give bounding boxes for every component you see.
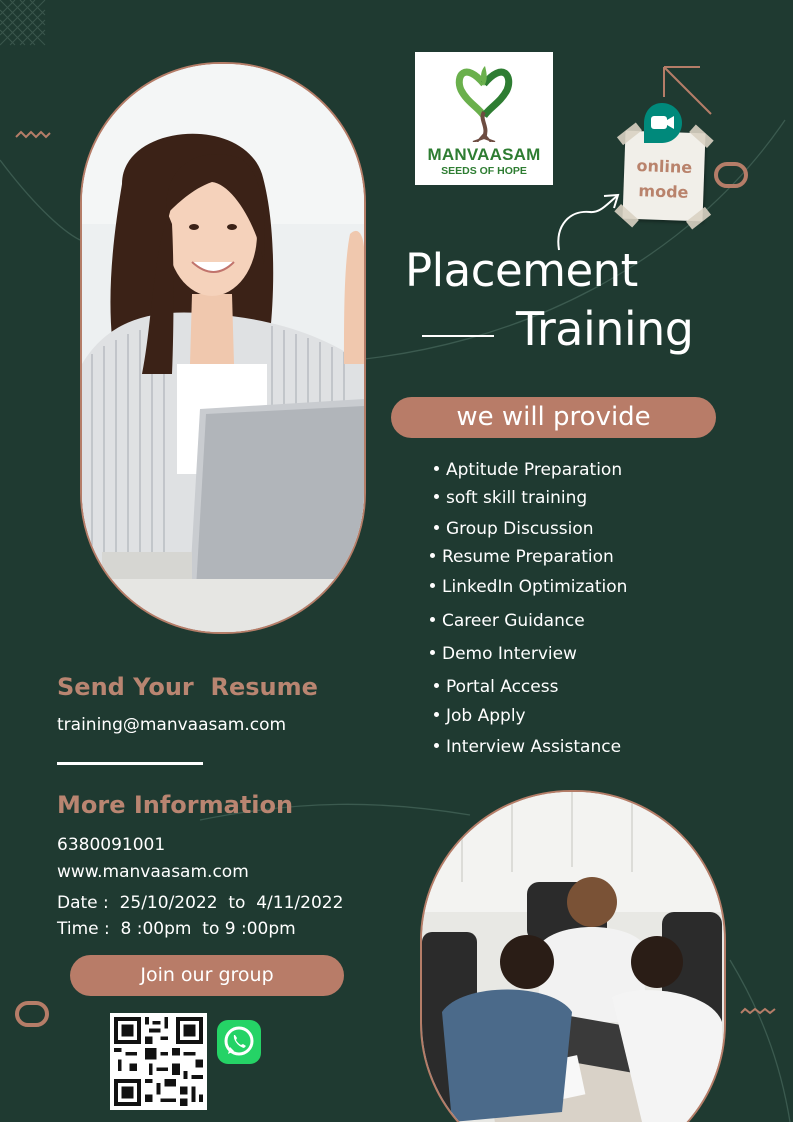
- time-range: Time : 8 :00pm to 9 :00pm: [57, 919, 296, 939]
- service-label: soft skill training: [446, 488, 588, 508]
- bullet-icon: [434, 711, 439, 717]
- bullet-icon: [430, 649, 435, 655]
- logo: MANVAASAM SEEDS OF HOPE: [415, 52, 553, 185]
- provide-label: we will provide: [456, 402, 651, 432]
- service-label: LinkedIn Optimization: [442, 577, 628, 597]
- photo-team-meeting: [420, 790, 726, 1122]
- date-range: Date : 25/10/2022 to 4/11/2022: [57, 893, 344, 913]
- woman-illustration: [82, 64, 364, 632]
- bullet-icon: [430, 582, 435, 588]
- bullet-icon: [430, 552, 435, 558]
- service-item: Group Discussion: [434, 519, 594, 539]
- headline-line-1: Placement: [405, 244, 638, 297]
- qr-code[interactable]: [110, 1013, 207, 1110]
- service-item: Portal Access: [434, 677, 558, 697]
- service-item: soft skill training: [434, 488, 587, 508]
- ring-decoration: [15, 1001, 49, 1027]
- resume-heading: Send Your Resume: [57, 673, 318, 701]
- bullet-icon: [434, 682, 439, 688]
- service-label: Demo Interview: [442, 644, 577, 664]
- join-group-button[interactable]: Join our group: [70, 955, 344, 996]
- service-label: Aptitude Preparation: [446, 460, 623, 480]
- service-label: Resume Preparation: [442, 547, 614, 567]
- bullet-icon: [434, 524, 439, 530]
- service-label: Group Discussion: [446, 519, 594, 539]
- service-item: LinkedIn Optimization: [430, 577, 627, 597]
- join-group-label: Join our group: [140, 964, 274, 986]
- provide-banner: we will provide: [391, 397, 716, 438]
- team-illustration: [422, 792, 724, 1122]
- service-item: Career Guidance: [430, 611, 585, 631]
- divider: [57, 762, 203, 765]
- service-label: Job Apply: [446, 706, 526, 726]
- photo-woman-laptop: [80, 62, 366, 634]
- ring-decoration: [714, 162, 748, 188]
- logo-tagline: SEEDS OF HOPE: [441, 165, 527, 177]
- phone-number[interactable]: 6380091001: [57, 835, 165, 855]
- service-item: Job Apply: [434, 706, 526, 726]
- tree-heart-icon: [455, 66, 513, 142]
- service-label: Career Guidance: [442, 611, 585, 631]
- video-camera-icon: [640, 101, 684, 145]
- headline-dash: [422, 335, 494, 337]
- more-info-heading: More Information: [57, 791, 294, 819]
- whatsapp-icon[interactable]: [217, 1020, 261, 1064]
- resume-email[interactable]: training@manvaasam.com: [57, 715, 286, 735]
- online-mode-text: online mode: [636, 156, 693, 202]
- bullet-icon: [434, 742, 439, 748]
- poster: MANVAASAM SEEDS OF HOPE online mode Plac…: [0, 0, 793, 1122]
- service-label: Interview Assistance: [446, 737, 622, 757]
- website-link[interactable]: www.manvaasam.com: [57, 862, 249, 882]
- service-item: Demo Interview: [430, 644, 577, 664]
- bullet-icon: [434, 465, 439, 471]
- bullet-icon: [434, 493, 439, 499]
- service-label: Portal Access: [446, 677, 559, 697]
- logo-name: MANVAASAM: [427, 145, 541, 164]
- service-item: Aptitude Preparation: [434, 460, 622, 480]
- headline-line-2: Training: [516, 302, 694, 356]
- service-item: Resume Preparation: [430, 547, 614, 567]
- service-item: Interview Assistance: [434, 737, 621, 757]
- bullet-icon: [430, 616, 435, 622]
